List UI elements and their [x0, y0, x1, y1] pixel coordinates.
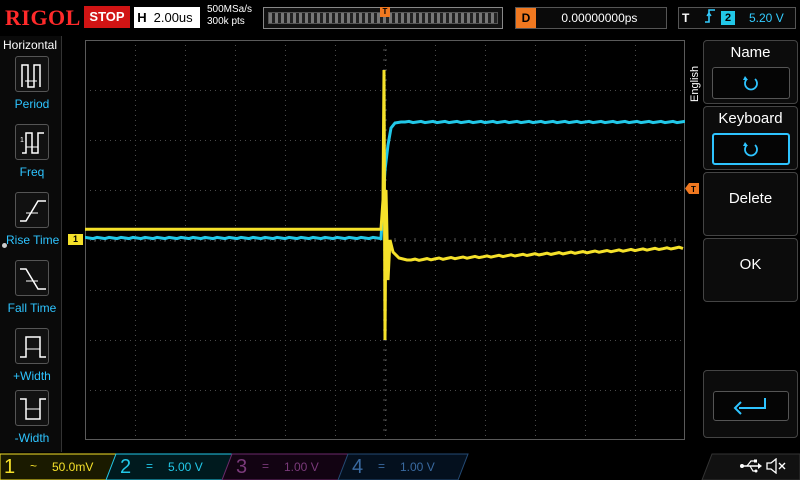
softkey-menu: Name Keyboard Delete OK: [703, 40, 800, 440]
trigger-source: 2: [721, 11, 735, 25]
channel-1-trace: [85, 69, 684, 341]
softkey-keyboard[interactable]: Keyboard: [703, 106, 798, 170]
graticule-and-traces: [85, 40, 685, 440]
measure-negative-width[interactable]: -Width: [6, 390, 58, 452]
rotate-knob-icon: [742, 76, 758, 91]
language-label: English: [689, 65, 701, 102]
channel-1-number: 1: [4, 456, 16, 478]
keyboard-knob: [711, 133, 790, 165]
enter-icon: [733, 398, 766, 415]
delay-tag: D: [516, 8, 536, 28]
measure-positive-width-label: +Width: [13, 369, 51, 383]
menu-title: Horizontal: [3, 38, 58, 52]
channel-1-tab[interactable]: 1 ~ 50.0mV: [0, 454, 115, 480]
ac-coupling-icon: ~: [30, 459, 38, 473]
dc-coupling-icon: =: [146, 459, 154, 473]
enter-key: [712, 391, 789, 421]
softkey-ok[interactable]: OK: [703, 238, 798, 302]
memory-timeline: T: [263, 7, 503, 29]
sample-rate: 500MSa/s: [207, 4, 253, 15]
softkey-delete[interactable]: Delete: [703, 172, 798, 236]
softkey-name[interactable]: Name: [703, 40, 798, 104]
memory-depth: 300k pts: [207, 16, 245, 27]
status-icons: [740, 456, 790, 476]
svg-text:1: 1: [20, 137, 24, 144]
measure-rise-time[interactable]: Rise Time: [6, 192, 60, 254]
measure-period-label: Period: [14, 97, 50, 111]
trigger-level: 5.20 V: [749, 11, 784, 25]
channel-2-tab[interactable]: 2 = 5.00 V: [116, 454, 231, 480]
delay-value: 0.00000000ps: [561, 11, 638, 25]
channel-3-scale: 1.00 V: [284, 460, 319, 474]
frequency-icon: 1: [15, 124, 49, 160]
ok-label: OK: [739, 256, 762, 273]
period-icon: [15, 56, 49, 92]
speaker-muted-icon[interactable]: [766, 458, 786, 474]
measure-negative-width-label: -Width: [14, 431, 50, 445]
measure-frequency-label: Freq: [19, 165, 45, 179]
brand-logo: RIGOL: [5, 5, 81, 30]
usb-icon: [740, 459, 762, 473]
dc-coupling-icon: =: [262, 459, 270, 473]
name-label: Name: [730, 44, 771, 61]
channel-3-tab[interactable]: 3 = 1.00 V: [232, 454, 347, 480]
measure-fall-time-label: Fall Time: [7, 301, 57, 315]
channel-1-scale: 50.0mV: [52, 460, 94, 474]
measure-frequency[interactable]: 1 Freq: [6, 124, 58, 186]
top-status-bar: RIGOL STOP H 2.00us 500MSa/s 300k pts T …: [0, 0, 800, 36]
horizontal-measure-menu: Horizontal Period 1 Freq Rise Time Fall …: [0, 36, 62, 452]
dc-coupling-icon: =: [378, 459, 386, 473]
menu-expand-arrow: [693, 319, 703, 329]
measure-rise-time-label: Rise Time: [6, 233, 60, 247]
channel-bar: 1 ~ 50.0mV 2 = 5.00 V 3 = 1.00 V 4 = 1.0…: [0, 452, 800, 480]
svg-text:T: T: [691, 185, 696, 194]
delay-box[interactable]: D 0.00000000ps: [515, 7, 667, 29]
delete-label: Delete: [728, 190, 773, 207]
channel-4-scale: 1.00 V: [400, 460, 435, 474]
trigger-tag: T: [682, 11, 690, 25]
measure-fall-time[interactable]: Fall Time: [6, 260, 58, 322]
channel-1-offset-marker[interactable]: 1: [68, 234, 83, 245]
waveform-display[interactable]: [85, 40, 685, 440]
acquisition-info: 500MSa/s 300k pts: [207, 4, 252, 28]
positive-width-icon: [15, 328, 49, 364]
channel-2-scale: 5.00 V: [168, 460, 203, 474]
rising-edge-icon: [704, 8, 716, 30]
channel-4-tab[interactable]: 4 = 1.00 V: [348, 454, 463, 480]
language-indicator: English: [688, 46, 702, 106]
horizontal-scale-value: 2.00us: [153, 10, 193, 25]
run-stop-status[interactable]: STOP: [84, 6, 130, 28]
fall-time-icon: [15, 260, 49, 296]
trigger-position-marker: T: [380, 7, 390, 17]
horizontal-tag: H: [137, 10, 147, 25]
horizontal-scale-box[interactable]: H 2.00us: [134, 7, 200, 28]
rise-time-icon: [15, 192, 49, 228]
measure-positive-width[interactable]: +Width: [6, 328, 58, 390]
measure-period[interactable]: Period: [6, 56, 58, 118]
trigger-level-marker[interactable]: T: [685, 181, 699, 194]
trigger-box[interactable]: T 2 5.20 V: [678, 7, 796, 29]
softkey-enter[interactable]: [703, 370, 798, 438]
channel-3-number: 3: [236, 456, 248, 478]
name-knob: [711, 67, 790, 99]
channel-4-number: 4: [352, 456, 364, 478]
keyboard-label: Keyboard: [718, 110, 783, 127]
negative-width-icon: [15, 390, 49, 426]
rotate-knob-icon: [742, 142, 758, 157]
channel-2-number: 2: [120, 456, 132, 478]
